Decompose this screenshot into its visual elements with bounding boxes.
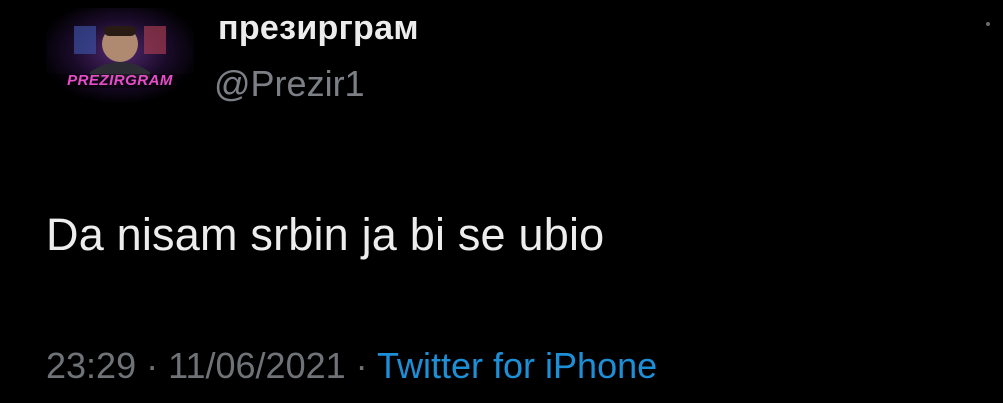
tweet-source[interactable]: Twitter for iPhone (377, 345, 657, 386)
meta-separator: · (146, 345, 159, 386)
tweet-date[interactable]: 11/06/2021 (168, 345, 346, 386)
meta-separator: · (355, 345, 368, 386)
tweet-text: Da nisam srbin ja bi se ubio (46, 209, 605, 260)
avatar-image (46, 8, 194, 104)
user-handle[interactable]: @Prezir1 (214, 64, 365, 104)
avatar-logo-text: PREZIRGRAM (67, 72, 173, 89)
tweet-meta: 23:29 · 11/06/2021 · Twitter for iPhone (46, 346, 657, 386)
more-options-icon[interactable] (986, 22, 990, 26)
display-name[interactable]: презирграм (218, 9, 419, 47)
avatar[interactable]: PREZIRGRAM (46, 8, 194, 104)
tweet-time[interactable]: 23:29 (46, 345, 136, 386)
tweet-card: PREZIRGRAM презирграм @Prezir1 Da nisam … (0, 0, 1003, 403)
